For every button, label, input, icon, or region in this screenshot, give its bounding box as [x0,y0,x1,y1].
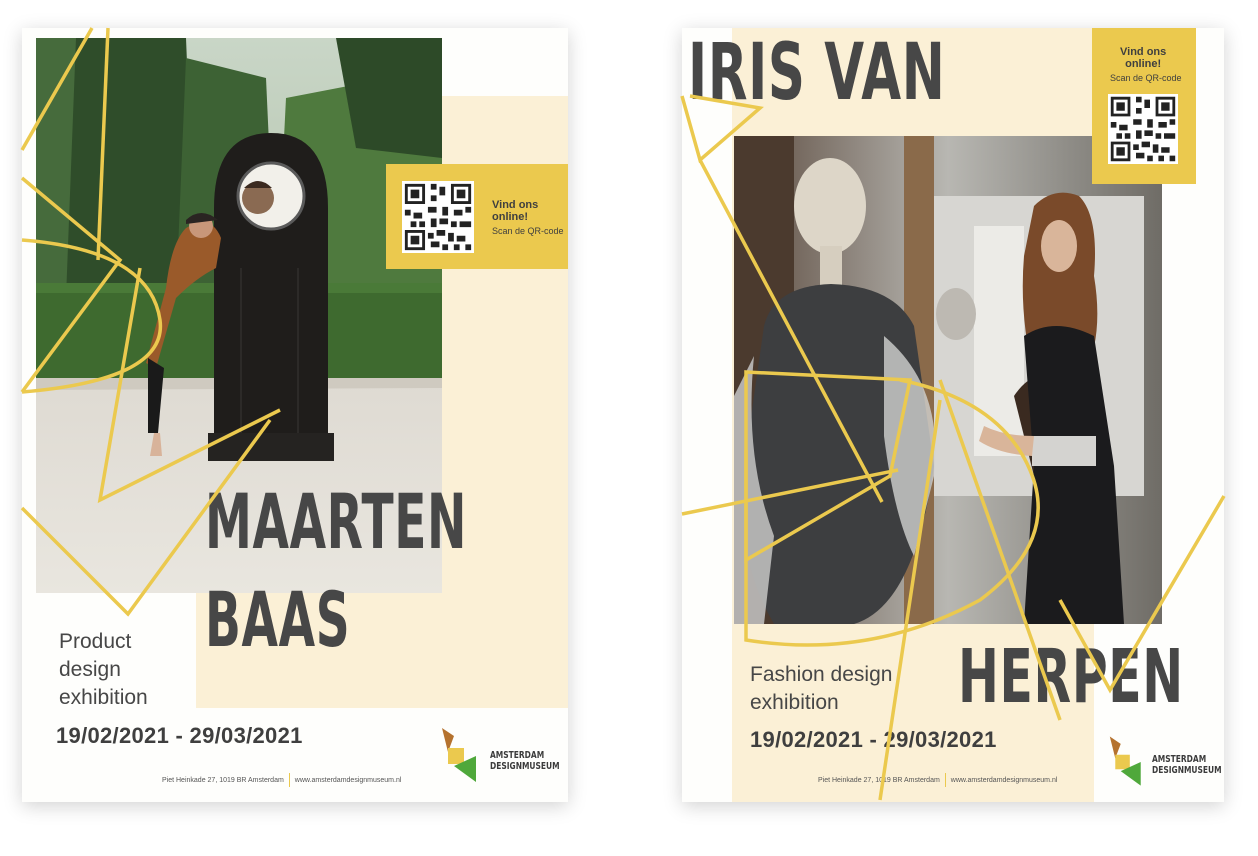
exhibition-description: Fashion design exhibition [750,663,893,714]
logo-mark-icon [1109,736,1141,786]
qr-code-pattern [1108,94,1178,164]
qr-card[interactable]: Vind ons online! Scan de QR-code [1092,28,1196,184]
footer-contact: Piet Heinkade 27, 1019 BR Amsterdam www.a… [162,773,401,787]
qr-card[interactable]: Vind ons online! Scan de QR-code [386,164,568,269]
divider [944,773,946,787]
museum-logo[interactable]: AMSTERDAM DESIGNMUSEUM [1108,734,1222,790]
website-link[interactable]: www.amsterdamdesignmuseum.nl [951,777,1058,784]
qr-subtitle: Scan de QR-code [1110,73,1182,83]
divider [288,773,290,787]
qr-code-pattern [402,181,474,253]
logo-text: AMSTERDAM DESIGNMUSEUM [1152,754,1222,776]
exhibition-description: Product design exhibition [59,630,148,709]
logo-mark-icon [442,728,476,782]
artist-name-line1: IRIS VAN [688,28,946,118]
exhibition-dates: 19/02/2021 - 29/03/2021 [750,727,997,752]
exhibition-photo [734,136,1162,624]
artist-name-line1: MAARTEN [205,477,468,566]
artist-name-line2: BAAS [205,575,351,664]
museum-logo[interactable]: AMSTERDAM DESIGNMUSEUM [440,726,560,786]
address: Piet Heinkade 27, 1019 BR Amsterdam [162,776,284,784]
poster-iris-van-herpen: IRIS VAN Vind ons online! Scan de QR-cod… [682,28,1224,802]
qr-subtitle: Scan de QR-code [492,226,564,236]
footer-contact: Piet Heinkade 27, 1019 BR Amsterdam www.a… [818,773,1057,787]
logo-text: AMSTERDAM DESIGNMUSEUM [490,750,560,772]
address: Piet Heinkade 27, 1019 BR Amsterdam [818,776,940,784]
website-link[interactable]: www.amsterdamdesignmuseum.nl [295,777,402,784]
artist-name-line2: HERPEN [958,634,1184,720]
qr-title: Vind ons online! [1120,46,1167,70]
qr-code[interactable] [402,181,474,253]
exhibition-dates: 19/02/2021 - 29/03/2021 [56,723,303,748]
qr-title: Vind ons online! [492,199,539,223]
qr-code[interactable] [1108,94,1178,164]
poster-maarten-baas: Vind ons online! Scan de QR-code MAARTEN … [22,28,568,802]
